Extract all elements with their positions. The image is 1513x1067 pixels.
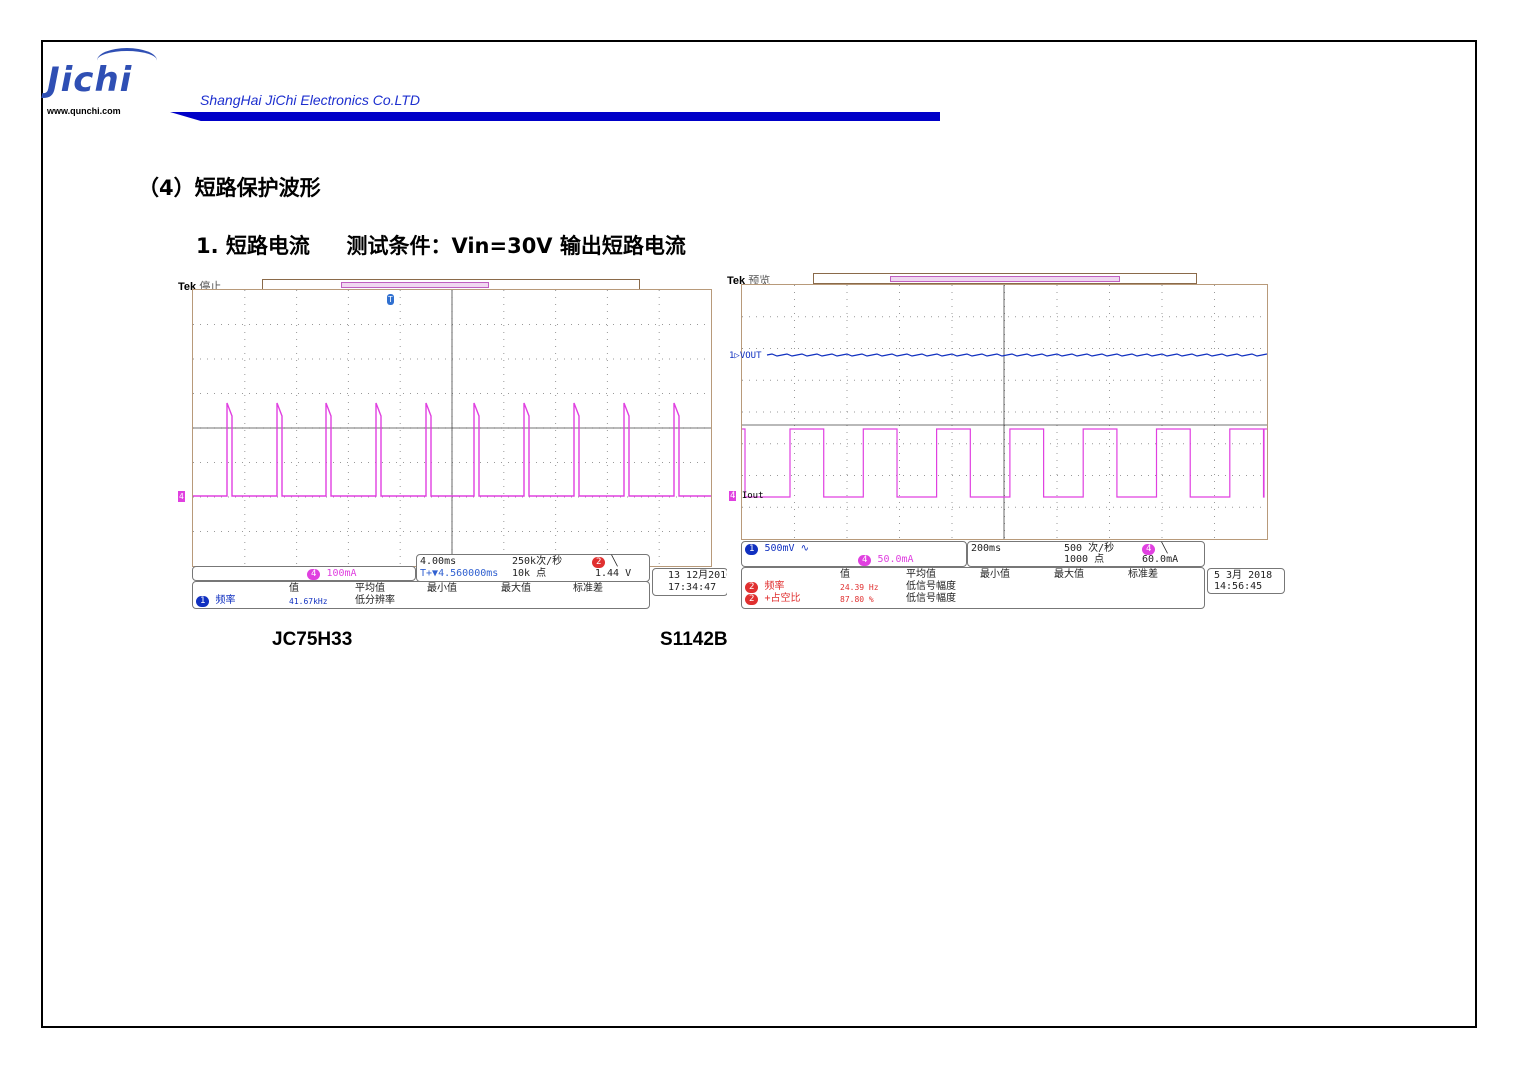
- meas1-value: 24.39 Hz: [840, 583, 879, 592]
- meas1-name: 频率: [764, 581, 785, 592]
- trigger-channel: 2: [592, 557, 606, 568]
- ch4-label: Iout: [741, 491, 764, 501]
- datetime-box: 13 12月2016 17:34:47: [652, 568, 732, 596]
- timebase-box: 4.00ms 250k次/秒 2 ╲ T+▼4.560000ms 10k 点 1…: [416, 554, 650, 582]
- trigger-marker-icon: T: [387, 294, 394, 305]
- trigger-position: ▼4.560000ms: [432, 568, 499, 579]
- caption-left: JC75H33: [272, 629, 353, 650]
- datetime-box: 5 3月 2018 14:56:45: [1207, 568, 1285, 594]
- ch1-label: VOUT: [739, 351, 762, 361]
- timebase: 4.00ms: [420, 556, 457, 567]
- waveform-grid: [741, 284, 1268, 540]
- ch1-scale: 500mV: [764, 543, 795, 554]
- meas-header: 值: [840, 569, 850, 580]
- channel-box: 4 100mA: [192, 566, 416, 581]
- meas-header: 平均值: [906, 569, 936, 580]
- meas-name: 频率: [215, 595, 236, 606]
- meas-header: 最小值: [980, 569, 1010, 580]
- sample-rate: 250k次/秒: [512, 556, 563, 567]
- ch4-scale: 100mA: [326, 568, 357, 579]
- company-name: ShangHai JiChi Electronics Co.LTD: [200, 92, 420, 108]
- meas-header: 标准差: [573, 583, 603, 594]
- date: 13 12月2016: [668, 570, 733, 581]
- logo-url: www.qunchi.com: [47, 106, 121, 116]
- timebase-box: 200ms 500 次/秒 4 ╲ 1000 点 60.0mA: [967, 541, 1205, 567]
- ch1-marker: 1▷VOUT: [729, 351, 762, 361]
- time: 17:34:47: [668, 582, 717, 593]
- ch4-marker: 4 Iout: [729, 491, 764, 501]
- jichi-logo: Jichi www.qunchi.com: [47, 48, 159, 120]
- time: 14:56:45: [1214, 581, 1263, 592]
- record-bar: [813, 273, 1197, 284]
- logo-text: Jichi: [47, 60, 133, 100]
- caption-right: S1142B: [660, 629, 728, 650]
- ch4-ground-marker: 4: [178, 491, 185, 502]
- measurement-box: 值 平均值 最小值 最大值 标准差 1 频率 41.67kHz 低分辨率: [192, 581, 650, 609]
- trigger-level: 60.0mA: [1142, 554, 1179, 565]
- meas-header: 平均值: [355, 583, 385, 594]
- measurement-box: 值 平均值 最小值 最大值 标准差 2 频率 24.39 Hz 低信号幅度 2 …: [741, 567, 1205, 609]
- scope-screenshot-left: Tek 停止 T 4 4 100mA 4.00ms 250k次/秒 2 ╲ T+…: [178, 276, 732, 610]
- record-length: 10k 点: [512, 568, 547, 579]
- header-bar: [170, 112, 940, 121]
- meas-header: 最小值: [427, 583, 457, 594]
- meas-header: 标准差: [1128, 569, 1158, 580]
- record-length: 1000 点: [1064, 554, 1105, 565]
- meas-header: 最大值: [1054, 569, 1084, 580]
- sample-rate: 500 次/秒: [1064, 543, 1115, 554]
- section-title: （4）短路保护波形: [138, 176, 321, 200]
- scope-screenshot-right: Tek 预览 1▷VOUT 4 Iout 1 500mV ∿ 4 50.0mA …: [727, 270, 1287, 610]
- meas2-note: 低信号幅度: [906, 593, 956, 604]
- channel-box: 1 500mV ∿ 4 50.0mA: [741, 541, 967, 567]
- ch4-scale: 50.0mA: [877, 554, 914, 565]
- date: 5 3月 2018: [1214, 570, 1273, 581]
- trigger-level: 1.44 V: [595, 568, 632, 579]
- waveform-grid: [192, 289, 712, 567]
- meas-value: 41.67kHz: [289, 597, 328, 606]
- meas1-note: 低信号幅度: [906, 581, 956, 592]
- trigger-icon: T+: [420, 568, 433, 579]
- meas2-name: +占空比: [764, 593, 801, 604]
- meas2-value: 87.80 %: [840, 595, 874, 604]
- meas-header: 值: [289, 583, 299, 594]
- meas-note: 低分辨率: [355, 595, 395, 606]
- sub-title: 1. 短路电流 测试条件：Vin=30V 输出短路电流: [196, 234, 686, 258]
- waveform-svg-right: [742, 285, 1267, 539]
- waveform-svg-left: [193, 290, 711, 566]
- meas-header: 最大值: [501, 583, 531, 594]
- timebase: 200ms: [971, 543, 1002, 554]
